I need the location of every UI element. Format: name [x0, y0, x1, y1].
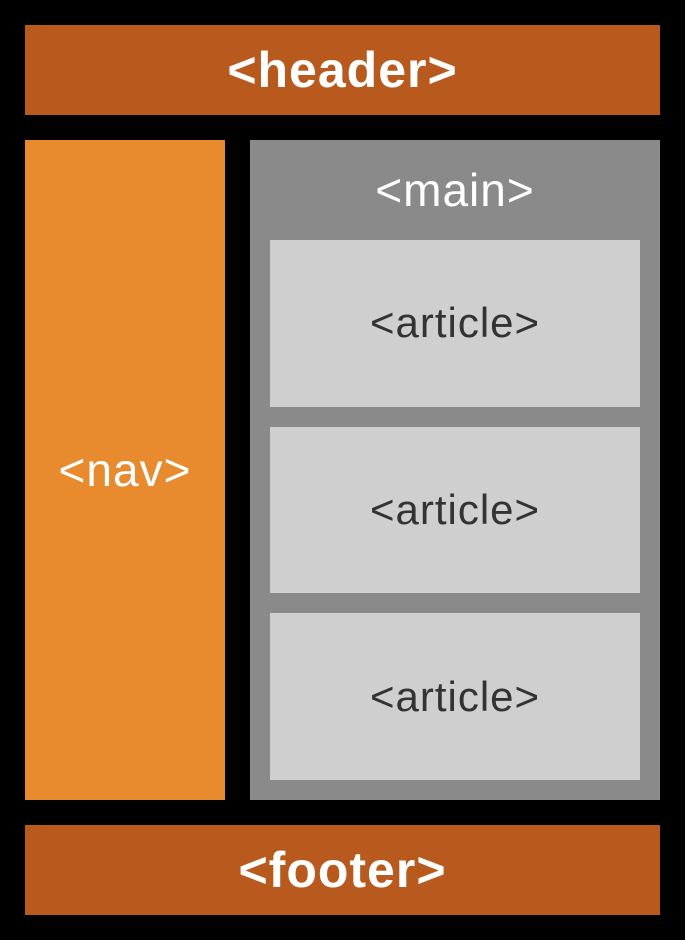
header-region: <header> — [25, 25, 660, 115]
article-label: <article> — [370, 486, 540, 534]
main-title-wrap: <main> — [270, 160, 640, 220]
article-label: <article> — [370, 673, 540, 721]
article-region: <article> — [270, 427, 640, 594]
article-region: <article> — [270, 240, 640, 407]
footer-label: <footer> — [238, 841, 446, 899]
main-label: <main> — [375, 163, 534, 217]
article-label: <article> — [370, 299, 540, 347]
nav-label: <nav> — [59, 443, 192, 497]
article-region: <article> — [270, 613, 640, 780]
main-region: <main> <article> <article> <article> — [250, 140, 660, 800]
middle-row: <nav> <main> <article> <article> <articl… — [25, 140, 660, 800]
header-label: <header> — [227, 41, 457, 99]
nav-region: <nav> — [25, 140, 225, 800]
footer-region: <footer> — [25, 825, 660, 915]
